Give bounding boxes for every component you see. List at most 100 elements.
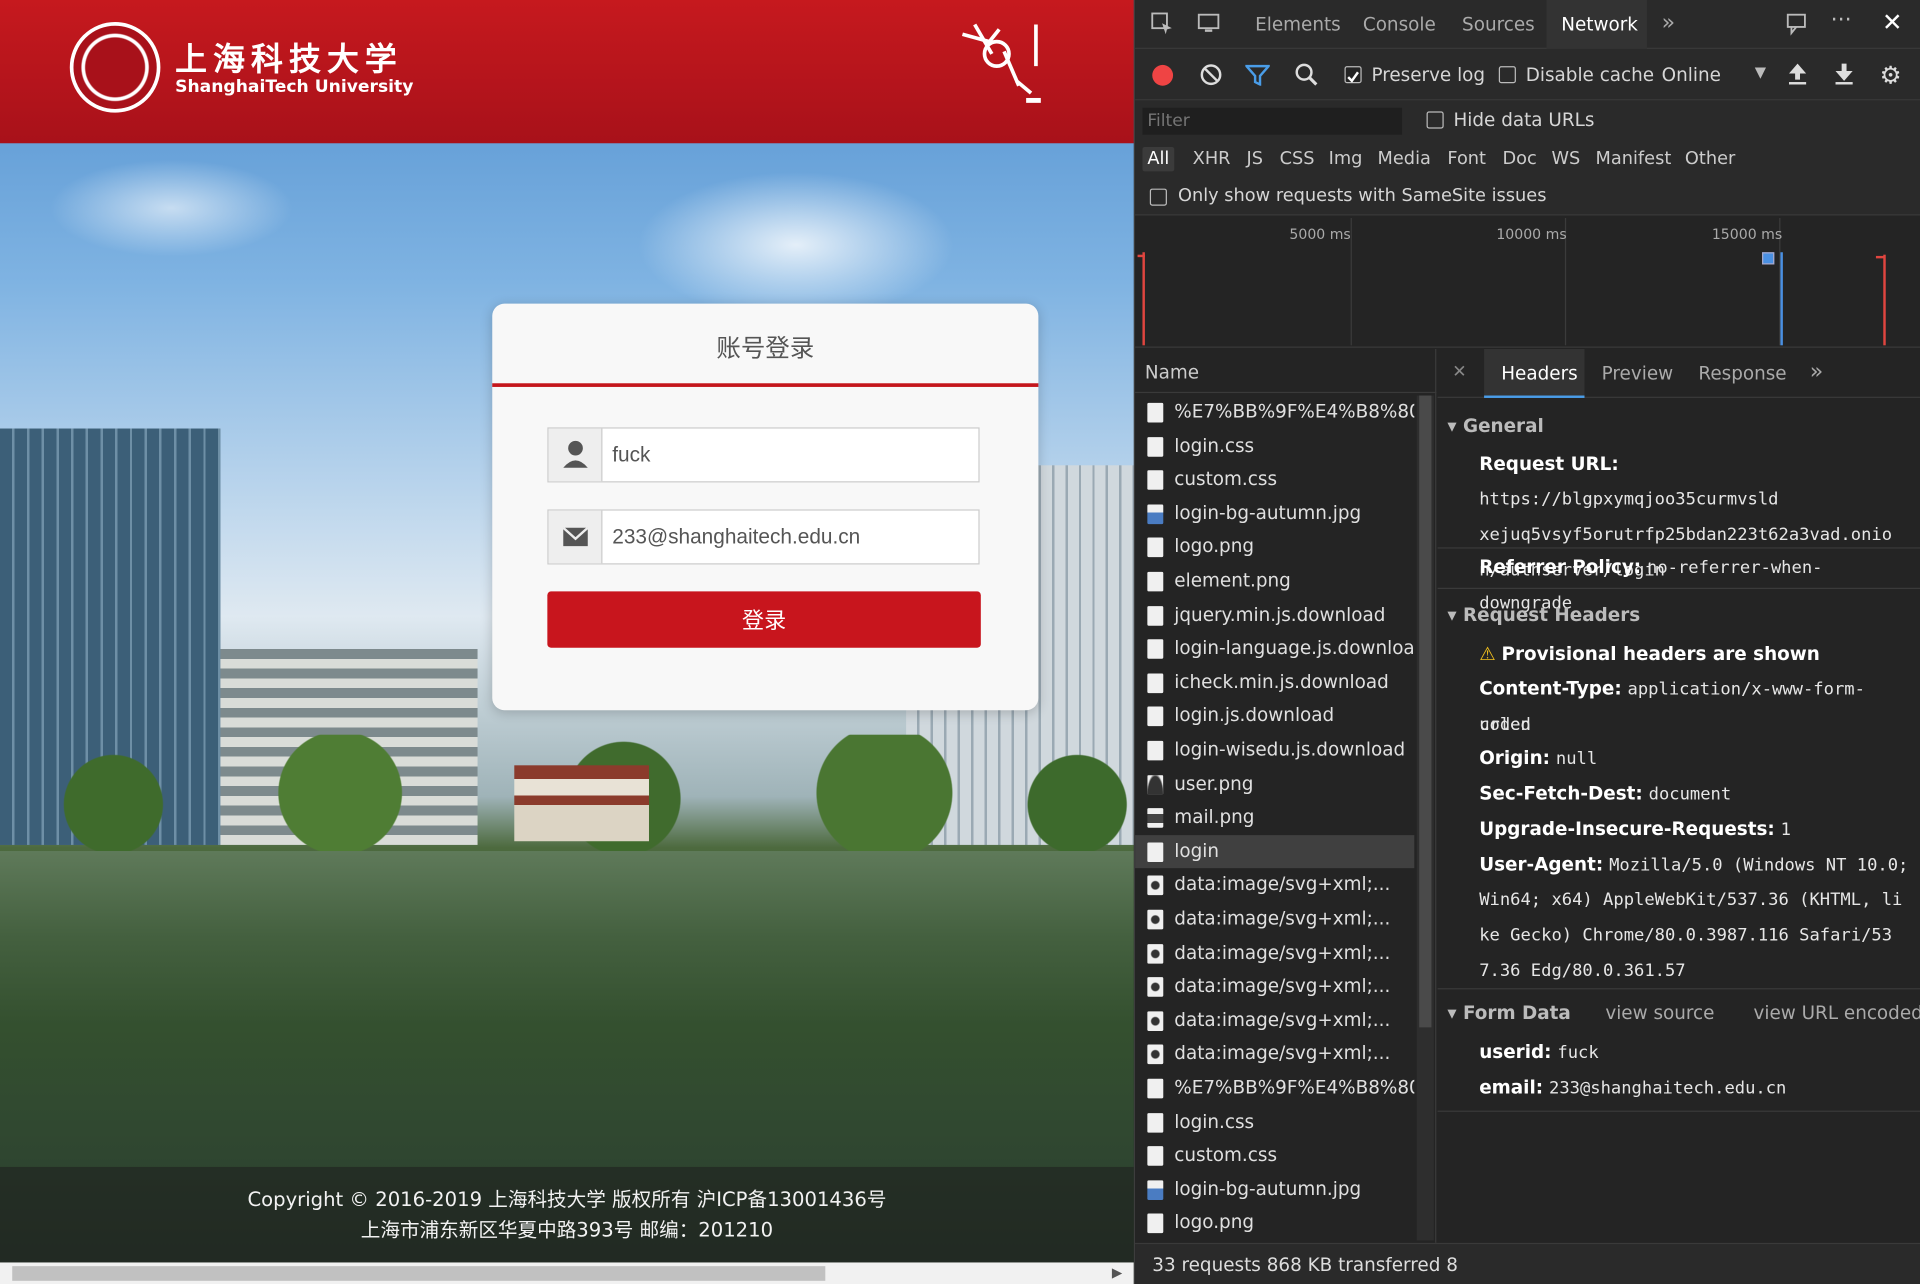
tab-console[interactable]: Console [1363,13,1436,35]
import-har-icon[interactable] [1787,61,1809,90]
feedback-icon[interactable] [1784,11,1808,40]
chevron-down-icon[interactable]: ▼ [1755,64,1766,81]
samesite-label[interactable]: Only show requests with SameSite issues [1178,186,1547,206]
network-overview-timeline[interactable]: 5000 ms 10000 ms 15000 ms [1135,215,1920,348]
export-har-icon[interactable] [1833,61,1855,90]
request-row[interactable]: data:image/svg+xml;... [1135,902,1414,936]
request-headers-section-toggle[interactable]: ▾ Request Headers [1447,604,1640,626]
hide-data-urls-checkbox[interactable] [1426,111,1444,129]
request-row[interactable]: login-wisedu.js.download [1135,733,1414,767]
request-row[interactable]: element.png [1135,564,1414,598]
img-file-icon [1147,504,1164,524]
filter-type-css[interactable]: CSS [1280,149,1315,169]
clear-icon[interactable] [1199,62,1223,91]
filter-type-font[interactable]: Font [1447,149,1486,169]
tab-response[interactable]: Response [1698,362,1786,384]
request-row[interactable]: logo.png [1135,531,1414,565]
disable-cache-checkbox[interactable] [1498,66,1516,84]
filter-input[interactable] [1142,107,1403,135]
request-row[interactable]: login.css [1135,429,1414,463]
request-row[interactable]: custom.css [1135,463,1414,497]
login-button[interactable]: 登录 [547,591,981,648]
more-detail-tabs-button[interactable]: » [1810,359,1823,385]
tab-headers[interactable]: Headers [1501,362,1577,384]
request-header-row: Sec-Fetch-Dest: document [1479,776,1914,812]
request-list-scrollbar[interactable] [1416,395,1434,1241]
timeline-marker [1780,252,1783,346]
settings-gear-icon[interactable]: ⚙ [1880,60,1902,89]
request-row[interactable]: data:image/svg+xml;... [1135,1038,1414,1072]
request-row[interactable]: login [1135,834,1415,869]
filter-icon[interactable] [1243,64,1272,91]
request-row[interactable]: mail.png [1135,801,1414,835]
filter-type-manifest[interactable]: Manifest [1596,149,1672,169]
user-file-icon [1147,774,1164,795]
triangle-down-icon: ▾ [1447,1001,1463,1024]
request-row[interactable]: login-language.js.download [1135,632,1414,666]
more-tabs-button[interactable]: » [1662,10,1675,36]
request-row[interactable]: %E7%BB%9F%E4%B8%80%... [1135,1071,1414,1105]
svg-file-icon [1147,977,1164,997]
scrollbar-thumb[interactable] [12,1266,826,1281]
disable-cache-label[interactable]: Disable cache [1526,64,1654,86]
userid-input[interactable] [612,428,978,482]
close-detail-icon[interactable]: ✕ [1452,362,1466,382]
request-row[interactable]: jquery.min.js.download [1135,598,1414,632]
device-toolbar-icon[interactable] [1196,11,1223,40]
request-row[interactable]: data:image/svg+xml;... [1135,936,1414,970]
user-icon [548,428,603,482]
filter-type-img[interactable]: Img [1329,149,1363,169]
filter-type-all[interactable]: All [1142,146,1175,172]
request-row[interactable]: user.png [1135,767,1414,801]
request-name: login.js.download [1174,704,1335,727]
email-input[interactable] [612,510,978,564]
request-row[interactable]: %E7%BB%9F%E4%B8%80%... [1135,396,1414,430]
request-row[interactable]: logo.png [1135,1207,1414,1241]
preserve-log-checkbox[interactable] [1344,66,1362,84]
inspect-element-icon[interactable] [1150,11,1174,40]
request-row[interactable]: data:image/svg+xml;... [1135,869,1414,903]
img-file-icon [1147,1180,1164,1200]
preserve-log-label[interactable]: Preserve log [1371,64,1485,86]
request-row[interactable]: data:image/svg+xml;... [1135,970,1414,1004]
scroll-right-arrow-icon[interactable]: ▶ [1112,1265,1122,1281]
search-icon[interactable] [1294,62,1318,91]
form-data-section-toggle[interactable]: ▾ Form Data [1447,1002,1570,1024]
header-value: 1 [1780,820,1791,840]
filter-type-js[interactable]: JS [1247,149,1264,169]
request-row[interactable]: custom.css [1135,1139,1414,1173]
name-column-header[interactable]: Name [1135,349,1437,394]
view-source-link[interactable]: view source [1605,1002,1714,1024]
request-name: logo.png [1174,1211,1255,1234]
request-row[interactable]: data:image/svg+xml;... [1135,1004,1414,1038]
tab-elements[interactable]: Elements [1255,13,1341,35]
filter-type-media[interactable]: Media [1378,149,1431,169]
filter-type-xhr[interactable]: XHR [1193,149,1231,169]
more-options-icon[interactable]: ··· [1831,7,1852,33]
request-row[interactable]: login-bg-autumn.jpg [1135,497,1414,531]
tab-preview[interactable]: Preview [1602,362,1673,384]
horizontal-scrollbar[interactable]: ▶ [0,1262,1134,1284]
logo-chinese-name: 上海科技大学 [175,41,403,79]
request-header-row: Upgrade-Insecure-Requests: 1 [1479,812,1914,848]
close-icon[interactable]: ✕ [1882,7,1903,36]
scrollbar-thumb[interactable] [1419,395,1432,1028]
view-url-encoded-link[interactable]: view URL encoded [1753,1002,1920,1024]
filter-type-other[interactable]: Other [1685,149,1735,169]
filter-type-ws[interactable]: WS [1551,149,1580,169]
request-row[interactable]: icheck.min.js.download [1135,666,1414,700]
request-list: Name %E7%BB%9F%E4%B8%80%... login.css cust… [1135,348,1437,1243]
tab-network[interactable]: Network [1561,13,1638,35]
samesite-checkbox[interactable] [1149,188,1167,206]
tab-sources[interactable]: Sources [1462,13,1535,35]
throttling-select[interactable]: Online [1662,64,1721,86]
filter-type-doc[interactable]: Doc [1502,149,1536,169]
request-row[interactable]: login-bg-autumn.jpg [1135,1173,1414,1207]
general-section-toggle[interactable]: ▾ General [1447,415,1543,437]
record-icon[interactable] [1152,64,1174,86]
title-underline [492,383,1039,387]
request-row[interactable]: login.js.download [1135,700,1414,734]
request-row[interactable]: login.css [1135,1105,1414,1139]
mail-icon [548,510,603,564]
hide-data-urls-label[interactable]: Hide data URLs [1453,109,1594,131]
